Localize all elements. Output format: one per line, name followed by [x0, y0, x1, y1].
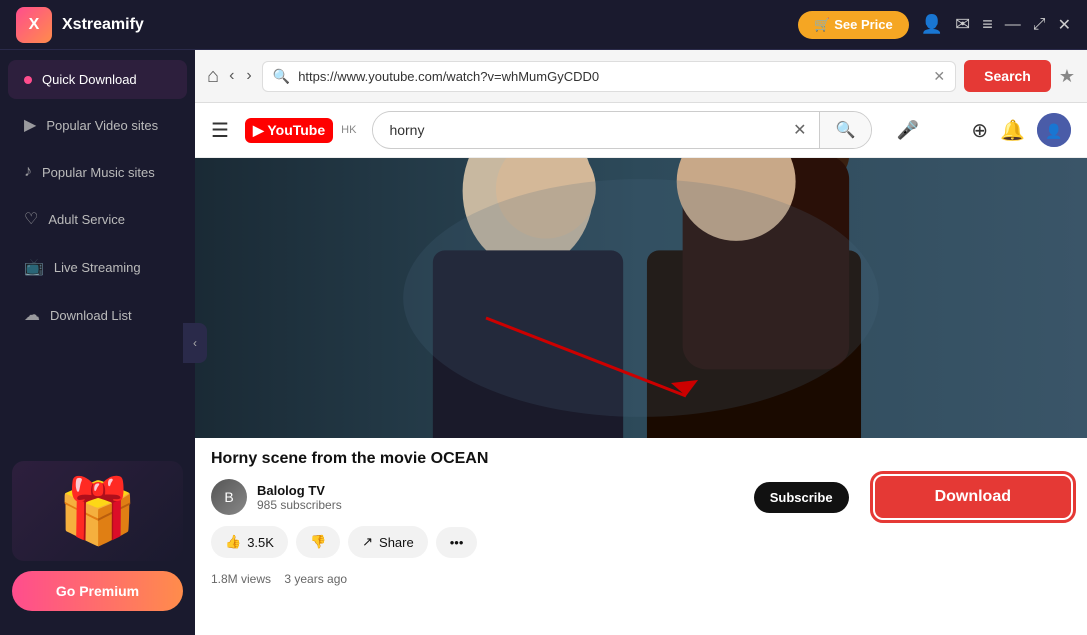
url-clear-icon[interactable]: ✕	[933, 68, 945, 85]
youtube-bell-icon[interactable]: 🔔	[1000, 118, 1025, 143]
ellipsis-icon: •••	[450, 535, 464, 550]
channel-avatar: B	[211, 479, 247, 515]
action-row: 👍 3.5K 👎 ↗ Share •••	[195, 526, 1087, 566]
channel-subscribers: 985 subscribers	[257, 498, 744, 512]
mail-icon[interactable]: ✉	[955, 14, 970, 35]
logo-char: X	[29, 16, 40, 34]
url-bar: 🔍 https://www.youtube.com/watch?v=whMumG…	[262, 61, 956, 92]
youtube-search-clear-icon[interactable]: ✕	[781, 120, 818, 140]
thumbs-down-icon: 👎	[310, 534, 326, 550]
youtube-search-input[interactable]	[373, 114, 781, 146]
dislike-button[interactable]: 👎	[296, 526, 340, 558]
video-player[interactable]	[195, 158, 1087, 438]
resize-button[interactable]: ⤢	[1033, 16, 1046, 34]
video-info: Horny scene from the movie OCEAN B Balol…	[195, 438, 1087, 526]
download-button[interactable]: Download	[875, 476, 1071, 518]
main-layout: ‹ Quick Download ▶ Popular Video sites ♪…	[0, 50, 1087, 635]
view-count: 1.8M views	[211, 572, 271, 586]
search-button[interactable]: Search	[964, 60, 1051, 92]
app-logo-icon: X	[16, 7, 52, 43]
video-scene-svg	[195, 158, 1087, 438]
sidebar-label-popular-music: Popular Music sites	[42, 165, 155, 180]
app-logo-area: X Xstreamify	[16, 7, 144, 43]
promo-box: 🎁	[12, 461, 183, 561]
youtube-mic-icon[interactable]: 🎤	[896, 120, 918, 141]
channel-name: Balolog TV	[257, 483, 744, 498]
download-button-container: Download	[875, 476, 1071, 518]
streaming-icon: 📺	[24, 257, 44, 277]
sidebar-item-download-list[interactable]: ☁ Download List	[8, 293, 187, 337]
close-button[interactable]: ✕	[1058, 15, 1071, 35]
share-label: Share	[379, 535, 414, 550]
heart-icon: ♡	[24, 209, 38, 229]
share-button[interactable]: ↗ Share	[348, 526, 428, 558]
channel-info: Balolog TV 985 subscribers	[257, 483, 744, 512]
minimize-button[interactable]: —	[1005, 16, 1021, 34]
video-stats: 1.8M views 3 years ago	[195, 566, 1087, 592]
bookmark-icon[interactable]: ★	[1059, 66, 1075, 87]
user-icon[interactable]: 👤	[921, 14, 943, 35]
youtube-region: HK	[341, 124, 356, 136]
url-display[interactable]: https://www.youtube.com/watch?v=whMumGyC…	[298, 69, 925, 84]
subscribe-button[interactable]: Subscribe	[754, 482, 849, 513]
like-button[interactable]: 👍 3.5K	[211, 526, 288, 558]
sidebar-item-popular-video[interactable]: ▶ Popular Video sites	[8, 103, 187, 147]
back-button[interactable]: ‹	[229, 67, 234, 85]
home-button[interactable]: ⌂	[207, 65, 219, 88]
nav-bar: ⌂ ‹ › 🔍 https://www.youtube.com/watch?v=…	[195, 50, 1087, 103]
url-search-icon: 🔍	[273, 68, 290, 85]
active-dot	[24, 76, 32, 84]
sidebar-label-live-streaming: Live Streaming	[54, 260, 141, 275]
share-icon: ↗	[362, 534, 373, 550]
sidebar-label-popular-video: Popular Video sites	[46, 118, 158, 133]
video-title: Horny scene from the movie OCEAN	[211, 450, 1071, 468]
go-premium-button[interactable]: Go Premium	[12, 571, 183, 611]
promo-emoji: 🎁	[58, 474, 138, 549]
youtube-header: ☰ ▶ YouTube HK ✕ 🔍 🎤 ⊕ 🔔 👤	[195, 103, 1087, 158]
content-area: ⌂ ‹ › 🔍 https://www.youtube.com/watch?v=…	[195, 50, 1087, 635]
sidebar-collapse-button[interactable]: ‹	[183, 323, 207, 363]
sidebar-item-popular-music[interactable]: ♪ Popular Music sites	[8, 151, 187, 193]
upload-time: 3 years ago	[284, 572, 347, 586]
sidebar: ‹ Quick Download ▶ Popular Video sites ♪…	[0, 50, 195, 635]
youtube-search-bar: ✕ 🔍	[372, 111, 872, 149]
sidebar-label-download-list: Download List	[50, 308, 132, 323]
sidebar-label-quick-download: Quick Download	[42, 72, 137, 87]
top-bar: X Xstreamify 🛒 See Price 👤 ✉ ≡ — ⤢ ✕	[0, 0, 1087, 50]
channel-row: B Balolog TV 985 subscribers Subscribe D…	[211, 476, 1071, 518]
youtube-logo: ▶ YouTube HK	[245, 118, 357, 143]
top-bar-right: 🛒 See Price 👤 ✉ ≡ — ⤢ ✕	[798, 11, 1071, 39]
app-name: Xstreamify	[62, 16, 144, 34]
sidebar-item-quick-download[interactable]: Quick Download	[8, 60, 187, 99]
like-count: 3.5K	[247, 535, 274, 550]
browser-content[interactable]: ☰ ▶ YouTube HK ✕ 🔍 🎤 ⊕ 🔔 👤	[195, 103, 1087, 635]
see-price-button[interactable]: 🛒 See Price	[798, 11, 908, 39]
sidebar-item-live-streaming[interactable]: 📺 Live Streaming	[8, 245, 187, 289]
youtube-search-button[interactable]: 🔍	[819, 112, 872, 148]
video-icon: ▶	[24, 115, 36, 135]
sidebar-label-adult-service: Adult Service	[48, 212, 125, 227]
video-container	[195, 158, 1087, 438]
hamburger-icon[interactable]: ≡	[982, 14, 993, 35]
svg-text:👤: 👤	[1045, 123, 1062, 140]
youtube-avatar[interactable]: 👤	[1037, 113, 1071, 147]
youtube-logo-icon: ▶ YouTube	[245, 118, 333, 143]
youtube-menu-icon[interactable]: ☰	[211, 118, 229, 143]
youtube-right-icons: ⊕ 🔔 👤	[971, 113, 1071, 147]
cloud-icon: ☁	[24, 305, 40, 325]
collapse-icon: ‹	[193, 336, 197, 350]
more-options-button[interactable]: •••	[436, 527, 478, 558]
forward-button[interactable]: ›	[246, 67, 251, 85]
youtube-add-icon[interactable]: ⊕	[971, 118, 988, 143]
sidebar-bottom: 🎁 Go Premium	[0, 449, 195, 627]
music-icon: ♪	[24, 163, 32, 181]
sidebar-item-adult-service[interactable]: ♡ Adult Service	[8, 197, 187, 241]
thumbs-up-icon: 👍	[225, 534, 241, 550]
